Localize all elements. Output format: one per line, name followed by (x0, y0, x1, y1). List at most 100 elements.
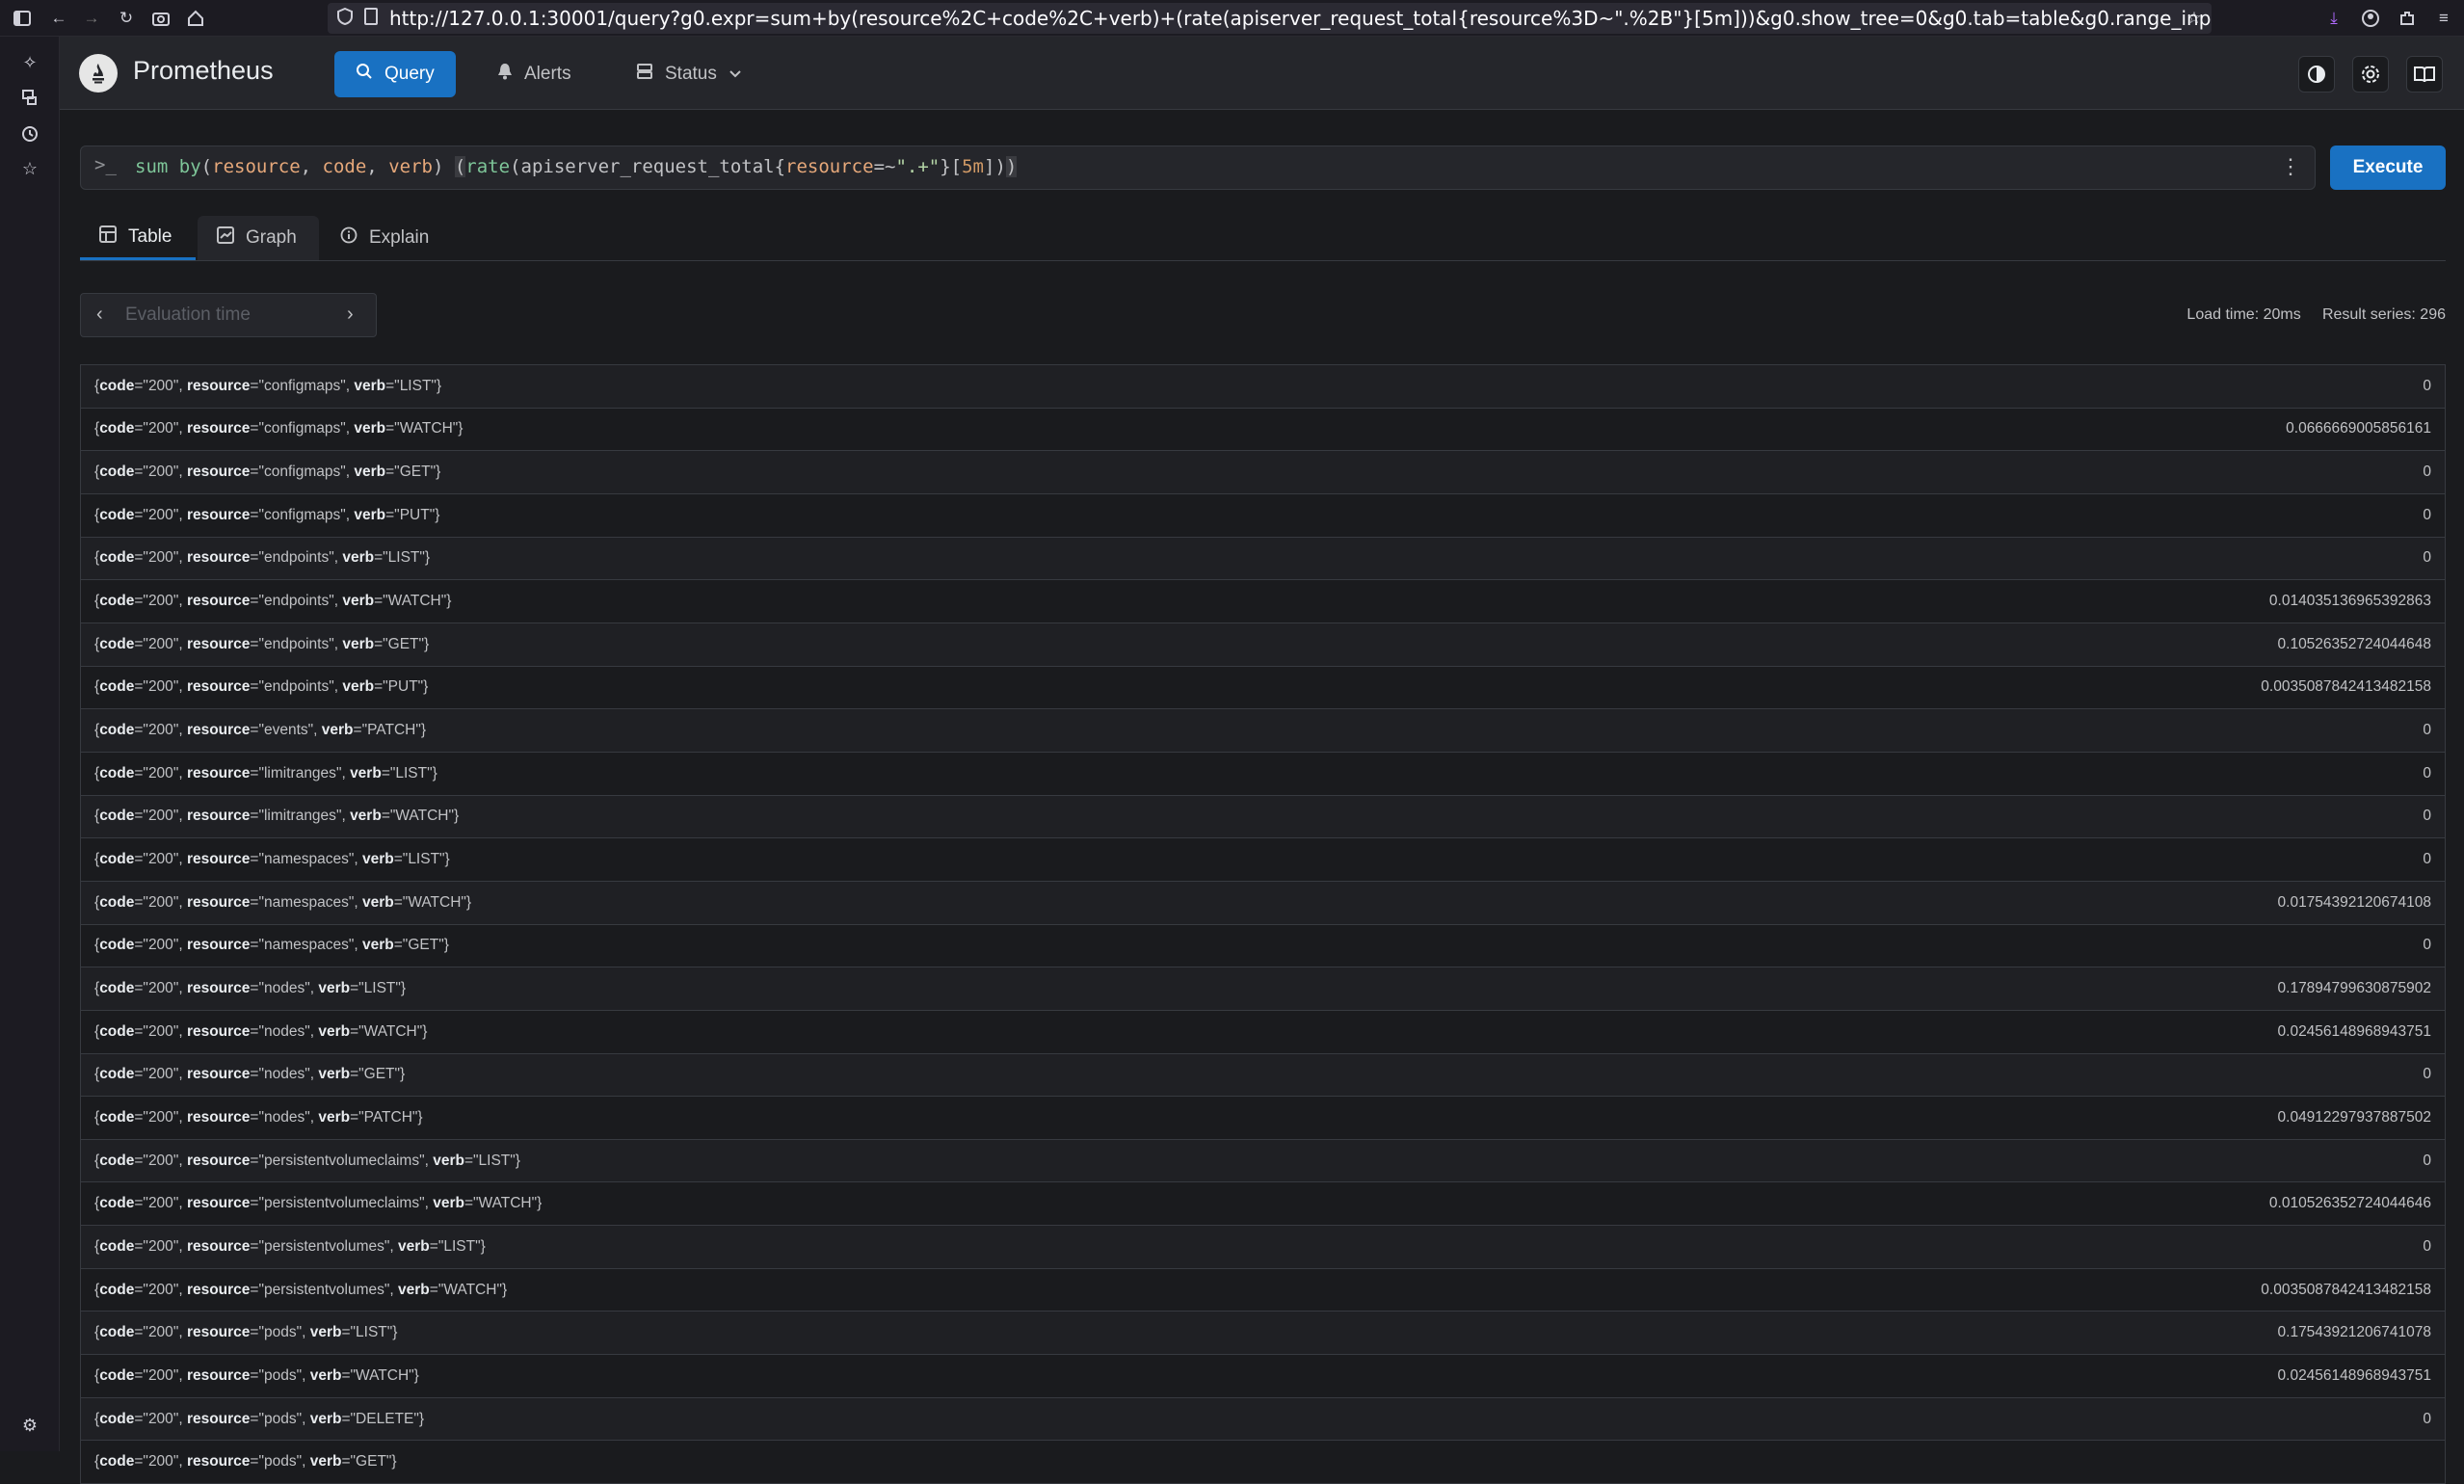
evaluation-time-input[interactable]: Evaluation time (125, 305, 251, 326)
series-labels: {code="200", resource="endpoints", verb=… (94, 549, 431, 567)
table-row[interactable]: {code="200", resource="events", verb="PA… (81, 709, 2445, 753)
tab-explain[interactable]: Explain (321, 216, 446, 260)
series-value: 0 (2423, 377, 2431, 394)
series-labels: {code="200", resource="persistentvolumec… (94, 1152, 520, 1169)
prompt-icon: >_ (94, 154, 117, 175)
table-row[interactable]: {code="200", resource="persistentvolumec… (81, 1139, 2445, 1183)
series-value: 0 (2423, 851, 2431, 868)
table-row[interactable]: {code="200", resource="namespaces", verb… (81, 881, 2445, 925)
chevron-right-icon[interactable]: › (347, 304, 354, 326)
screenshot-icon[interactable] (146, 4, 175, 33)
search-icon (356, 63, 373, 86)
series-value: 0 (2423, 1152, 2431, 1169)
series-labels: {code="200", resource="limitranges", ver… (94, 764, 437, 782)
ai-chat-icon[interactable]: ✧ (17, 50, 42, 75)
back-icon[interactable]: ← (44, 4, 73, 33)
series-value: 0 (2423, 464, 2431, 481)
table-row[interactable]: {code="200", resource="pods", verb="GET"… (81, 1441, 2445, 1484)
docs-book-icon[interactable] (2406, 56, 2443, 93)
table-row[interactable]: {code="200", resource="endpoints", verb=… (81, 580, 2445, 623)
chevron-down-icon (729, 64, 742, 85)
download-icon[interactable]: ⤓ (2319, 4, 2348, 33)
series-labels: {code="200", resource="pods", verb="LIST… (94, 1324, 398, 1341)
reload-icon[interactable]: ↻ (112, 4, 141, 33)
table-row[interactable]: {code="200", resource="configmaps", verb… (81, 409, 2445, 452)
theme-toggle-icon[interactable] (2298, 56, 2335, 93)
query-menu-icon[interactable]: ⋮ (2280, 154, 2301, 179)
table-icon (99, 225, 117, 249)
table-row[interactable]: {code="200", resource="configmaps", verb… (81, 365, 2445, 409)
table-row[interactable]: {code="200", resource="nodes", verb="GET… (81, 1053, 2445, 1098)
forward-icon[interactable]: → (77, 4, 106, 33)
table-row[interactable]: {code="200", resource="configmaps", verb… (81, 494, 2445, 538)
series-value: 0.0035087842413482158 (2261, 1281, 2431, 1298)
table-row[interactable]: {code="200", resource="namespaces", verb… (81, 925, 2445, 968)
tab-table[interactable]: Table (80, 216, 196, 260)
series-value: 0 (2423, 808, 2431, 825)
table-row[interactable]: {code="200", resource="configmaps", verb… (81, 451, 2445, 494)
table-row[interactable]: {code="200", resource="limitranges", ver… (81, 753, 2445, 796)
series-value: 0 (2423, 1410, 2431, 1427)
shield-icon[interactable] (337, 7, 353, 30)
evaluation-time-picker[interactable]: ‹ Evaluation time › (80, 293, 377, 337)
table-row[interactable]: {code="200", resource="pods", verb="DELE… (81, 1397, 2445, 1442)
table-row[interactable]: {code="200", resource="persistentvolumec… (81, 1182, 2445, 1227)
query-input[interactable]: >_ sum by(resource, code, verb) (rate(ap… (80, 146, 2316, 190)
nav-query-label: Query (384, 64, 435, 84)
prometheus-logo[interactable] (79, 54, 118, 93)
series-labels: {code="200", resource="persistentvolumec… (94, 1195, 543, 1212)
series-labels: {code="200", resource="nodes", verb="GET… (94, 1066, 406, 1083)
nav-status-label: Status (665, 64, 717, 84)
browser-sidebar: ✧ ☆ ⚙ (0, 37, 60, 1451)
star-icon[interactable]: ☆ (2180, 4, 2209, 33)
account-icon[interactable] (2356, 4, 2385, 33)
extensions-icon[interactable] (2393, 4, 2422, 33)
menu-icon[interactable]: ≡ (2429, 4, 2458, 33)
series-labels: {code="200", resource="endpoints", verb=… (94, 593, 452, 610)
table-row[interactable]: {code="200", resource="endpoints", verb=… (81, 537, 2445, 581)
table-row[interactable]: {code="200", resource="namespaces", verb… (81, 838, 2445, 882)
chevron-left-icon[interactable]: ‹ (96, 304, 103, 326)
nav-alerts[interactable]: Alerts (476, 51, 593, 97)
series-labels: {code="200", resource="configmaps", verb… (94, 464, 441, 481)
history-icon[interactable] (17, 121, 42, 146)
home-icon[interactable] (181, 4, 210, 33)
tab-graph[interactable]: Graph (198, 216, 319, 260)
series-labels: {code="200", resource="configmaps", verb… (94, 506, 440, 523)
series-labels: {code="200", resource="pods", verb="DELE… (94, 1410, 425, 1427)
series-labels: {code="200", resource="configmaps", verb… (94, 420, 464, 437)
series-value: 0.02456148968943751 (2277, 1366, 2431, 1384)
query-expression[interactable]: sum by(resource, code, verb) (rate(apise… (135, 156, 1018, 177)
server-icon (636, 63, 653, 86)
table-row[interactable]: {code="200", resource="nodes", verb="PAT… (81, 1097, 2445, 1140)
gear-icon[interactable] (2352, 56, 2389, 93)
app-header: Prometheus Query Alerts Status (60, 37, 2464, 110)
nav-query[interactable]: Query (334, 51, 456, 97)
result-tabs: Table Graph Explain (80, 216, 2446, 261)
table-row[interactable]: {code="200", resource="pods", verb="WATC… (81, 1355, 2445, 1398)
app-title[interactable]: Prometheus (133, 56, 274, 86)
table-row[interactable]: {code="200", resource="pods", verb="LIST… (81, 1312, 2445, 1356)
table-row[interactable]: {code="200", resource="persistentvolumes… (81, 1226, 2445, 1269)
tab-explain-label: Explain (369, 227, 430, 248)
sidebar-toggle-icon[interactable] (8, 4, 37, 33)
table-row[interactable]: {code="200", resource="nodes", verb="LIS… (81, 967, 2445, 1011)
info-icon (340, 226, 358, 250)
url-bar[interactable]: http://127.0.0.1:30001/query?g0.expr=sum… (328, 3, 2212, 34)
url-text: http://127.0.0.1:30001/query?g0.expr=sum… (389, 7, 2212, 30)
browser-toolbar: ← → ↻ http://127.0.0.1:30001/query?g0.ex… (0, 0, 2464, 37)
series-value: 0 (2423, 722, 2431, 739)
nav-status[interactable]: Status (615, 51, 763, 97)
bookmarks-icon[interactable]: ☆ (17, 156, 42, 181)
execute-button[interactable]: Execute (2330, 146, 2446, 190)
synced-tabs-icon[interactable] (17, 85, 42, 110)
table-row[interactable]: {code="200", resource="nodes", verb="WAT… (81, 1011, 2445, 1054)
table-row[interactable]: {code="200", resource="limitranges", ver… (81, 795, 2445, 839)
series-value: 0 (2423, 549, 2431, 567)
series-value: 0 (2423, 506, 2431, 523)
table-row[interactable]: {code="200", resource="endpoints", verb=… (81, 667, 2445, 710)
table-row[interactable]: {code="200", resource="persistentvolumes… (81, 1269, 2445, 1312)
settings-icon[interactable]: ⚙ (17, 1413, 42, 1438)
table-row[interactable]: {code="200", resource="endpoints", verb=… (81, 623, 2445, 667)
series-value: 0.17543921206741078 (2277, 1324, 2431, 1341)
